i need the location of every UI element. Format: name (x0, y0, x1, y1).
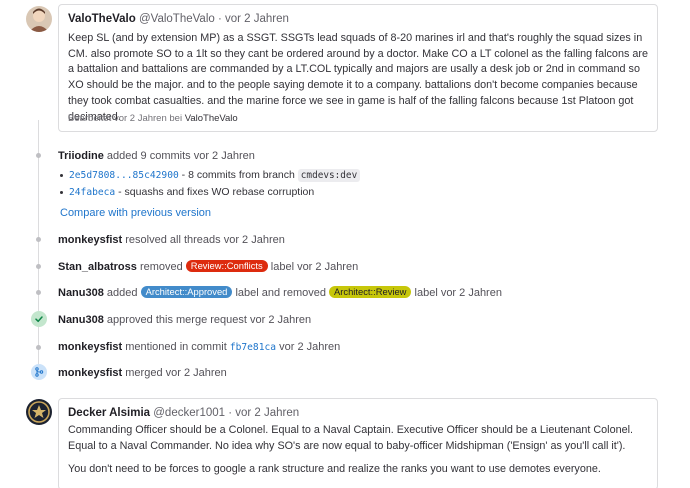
comment-header: ValoTheValo @ValoTheValo · vor 2 Jahren (68, 12, 289, 26)
comment-handle[interactable]: @decker1001 (153, 407, 225, 419)
comment-header: Decker Alsimia @decker1001 · vor 2 Jahre… (68, 406, 299, 420)
commit-hash-link[interactable]: fb7e81ca (230, 342, 276, 353)
event-label-removed: Stan_albatross removed Review::Conflicts… (58, 260, 358, 274)
commit-list: 2e5d7808...85c42900 - 8 commits from bra… (60, 167, 361, 201)
timeline-dot (36, 290, 41, 295)
event-text: added (106, 287, 138, 299)
event-text: added 9 commits vor 2 Jahren (106, 150, 255, 162)
event-resolved: monkeysfist resolved all threads vor 2 J… (58, 233, 285, 247)
event-merged: monkeysfist merged vor 2 Jahren (58, 366, 227, 380)
event-author[interactable]: Nanu308 (58, 287, 104, 299)
label-review-conflicts[interactable]: Review::Conflicts (185, 260, 268, 272)
timeline-dot (36, 264, 41, 269)
timeline-dot (36, 237, 41, 242)
event-text: label and removed (235, 287, 326, 299)
edited-prefix: Bearbeitet vor 2 Jahren bei (68, 113, 183, 124)
comment-time[interactable]: · vor 2 Jahren (228, 407, 299, 419)
edited-note: Bearbeitet vor 2 Jahren bei ValoTheValo (68, 113, 238, 124)
event-text: label vor 2 Jahren (414, 287, 502, 299)
event-text: approved this merge request vor 2 Jahren (106, 314, 312, 326)
timeline-line (38, 120, 39, 380)
avatar-decker-alsimia[interactable] (26, 399, 52, 425)
event-text: vor 2 Jahren (279, 341, 341, 353)
timeline-dot (36, 345, 41, 350)
comment-paragraph: You don't need to be forces to google a … (68, 463, 601, 476)
event-author[interactable]: monkeysfist (58, 234, 122, 246)
commit-hash-link[interactable]: 24fabeca (69, 187, 115, 198)
merge-icon (31, 364, 47, 380)
timeline-dot (36, 153, 41, 158)
edited-by[interactable]: ValoTheValo (185, 113, 238, 124)
event-author[interactable]: Stan_albatross (58, 261, 137, 273)
comment-card: ValoTheValo @ValoTheValo · vor 2 Jahren … (58, 4, 658, 132)
event-text: mentioned in commit (125, 341, 227, 353)
comment-paragraph: Commanding Officer should be a Colonel. … (68, 424, 633, 452)
compare-versions-link[interactable]: Compare with previous version (60, 206, 211, 220)
comment-handle[interactable]: @ValoTheValo (139, 13, 215, 25)
comment-time[interactable]: · vor 2 Jahren (218, 13, 289, 25)
event-author[interactable]: Nanu308 (58, 314, 104, 326)
event-text: removed (139, 261, 183, 273)
label-architect-review[interactable]: Architect::Review (329, 286, 412, 298)
commit-item: 24fabeca - squashs and fixes WO rebase c… (60, 184, 360, 201)
comment-body: Commanding Officer should be a Colonel. … (68, 423, 652, 478)
branch-name: cmdevs:dev (297, 169, 361, 182)
approved-icon (31, 311, 47, 327)
event-approved: Nanu308 approved this merge request vor … (58, 313, 311, 327)
event-commits: Triiodine added 9 commits vor 2 Jahren (58, 149, 255, 163)
event-text: merged vor 2 Jahren (125, 367, 227, 379)
avatar-valothevalo[interactable] (26, 6, 52, 32)
comment-card: Decker Alsimia @decker1001 · vor 2 Jahre… (58, 398, 658, 488)
comment-author[interactable]: Decker Alsimia (68, 407, 150, 419)
commit-item: 2e5d7808...85c42900 - 8 commits from bra… (60, 167, 361, 184)
event-author[interactable]: monkeysfist (58, 367, 122, 379)
event-labels-changed: Nanu308 added Architect::Approved label … (58, 286, 502, 300)
comment-paragraph: Keep SL (and by extension MP) as a SSGT.… (68, 32, 648, 123)
comment-author[interactable]: ValoTheValo (68, 13, 136, 25)
event-author[interactable]: Triiodine (58, 150, 104, 162)
comment-body: Keep SL (and by extension MP) as a SSGT.… (68, 31, 652, 125)
commit-hash-link[interactable]: 2e5d7808...85c42900 (69, 170, 179, 181)
commit-text: - 8 commits from branch (178, 169, 298, 181)
event-text: resolved all threads vor 2 Jahren (125, 234, 285, 246)
event-author[interactable]: monkeysfist (58, 341, 122, 353)
event-text: label vor 2 Jahren (270, 261, 359, 273)
label-architect-approved[interactable]: Architect::Approved (140, 286, 233, 298)
commit-text: - squashs and fixes WO rebase corruption (115, 186, 315, 198)
event-mentioned: monkeysfist mentioned in commit fb7e81ca… (58, 340, 340, 355)
